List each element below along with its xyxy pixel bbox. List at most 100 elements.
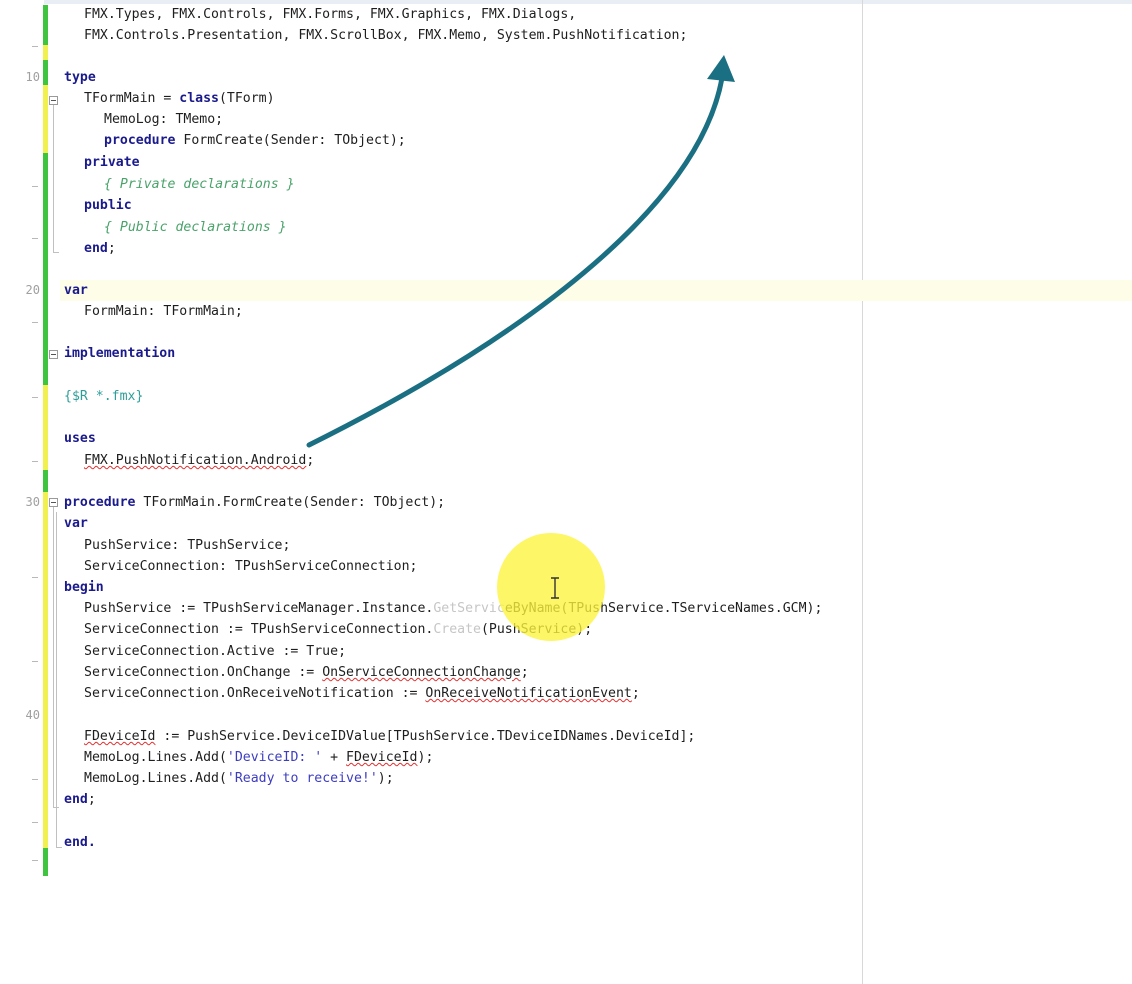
code-text: (TForm) (218, 91, 275, 106)
code-line[interactable]: implementation (64, 343, 175, 364)
fold-guide (53, 105, 54, 252)
code-line[interactable]: uses (64, 428, 96, 449)
code-line[interactable]: begin (64, 577, 104, 598)
line-number-30: 30 (25, 495, 40, 509)
code-line[interactable]: MemoLog: TMemo; (104, 109, 223, 130)
code-line[interactable]: PushService := TPushServiceManager.Insta… (84, 598, 822, 619)
keyword-implementation: implementation (64, 346, 176, 361)
gutter-dot (32, 238, 38, 239)
code-text: + (322, 750, 347, 765)
gutter-dot (32, 779, 38, 780)
code-text: ; (631, 686, 640, 701)
code-text: MemoLog: TMemo; (104, 112, 224, 127)
code-editor[interactable]: 10 20 30 40 FMX.Types, FMX.Controls, FMX… (0, 0, 1132, 984)
code-line[interactable]: ServiceConnection.OnChange := OnServiceC… (84, 662, 529, 683)
code-text: FMX.Controls.Presentation, FMX.ScrollBox… (84, 28, 688, 43)
code-line[interactable]: public (84, 195, 132, 216)
code-line[interactable]: MemoLog.Lines.Add('Ready to receive!'); (84, 768, 394, 789)
current-line-highlight (60, 280, 1132, 302)
arrow-head (707, 55, 735, 82)
keyword-procedure: procedure (64, 495, 136, 510)
code-text: ); (417, 750, 434, 765)
code-text: ServiceConnection: TPushServiceConnectio… (84, 559, 418, 574)
code-text: PushService: TPushService; (84, 538, 291, 553)
code-text-error: FDeviceId (346, 750, 418, 765)
text-cursor-icon (548, 577, 562, 599)
code-line[interactable]: type (64, 67, 96, 88)
code-text: MemoLog.Lines.Add( (84, 750, 227, 765)
code-line[interactable]: { Public declarations } (104, 217, 287, 238)
code-text-error: OnServiceConnectionChange (322, 665, 521, 680)
code-line[interactable]: FMX.PushNotification.Android; (84, 450, 314, 471)
keyword-var: var (64, 516, 88, 531)
keyword-public: public (84, 198, 132, 213)
code-line[interactable]: MemoLog.Lines.Add('DeviceID: ' + FDevice… (84, 747, 433, 768)
code-line[interactable]: end. (64, 832, 96, 853)
code-text-error: OnReceiveNotificationEvent (425, 686, 632, 701)
code-line[interactable]: FMX.Types, FMX.Controls, FMX.Forms, FMX.… (84, 4, 576, 25)
fold-minus-icon[interactable] (49, 498, 58, 507)
code-text: := PushService.DeviceIDValue[TPushServic… (155, 729, 696, 744)
fold-minus-icon[interactable] (49, 96, 58, 105)
code-text: ServiceConnection := TPushServiceConnect… (84, 622, 434, 637)
fold-guide-end (53, 252, 59, 253)
gutter-dot (32, 397, 38, 398)
comment-text: { Public declarations } (104, 220, 287, 235)
keyword-uses: uses (64, 431, 96, 446)
code-line[interactable]: procedure FormCreate(Sender: TObject); (104, 130, 406, 151)
fold-guide (56, 512, 57, 847)
code-line[interactable]: FMX.Controls.Presentation, FMX.ScrollBox… (84, 25, 687, 46)
keyword-end: end (64, 792, 88, 807)
keyword-type: type (64, 70, 96, 85)
code-line[interactable]: FormMain: TFormMain; (84, 301, 243, 322)
code-text: TFormMain.FormCreate(Sender: TObject); (135, 495, 446, 510)
code-line[interactable]: var (64, 513, 88, 534)
code-line[interactable]: {$R *.fmx} (64, 386, 143, 407)
code-text: ; (107, 241, 116, 256)
code-text: FormCreate(Sender: TObject); (175, 133, 406, 148)
code-text: FormMain: TFormMain; (84, 304, 243, 319)
keyword-var: var (64, 283, 88, 298)
code-text: ServiceConnection.OnReceiveNotification … (84, 686, 426, 701)
code-line[interactable]: PushService: TPushService; (84, 535, 290, 556)
code-text: ServiceConnection.OnChange := (84, 665, 323, 680)
text-cursor-icon-svg (551, 577, 559, 599)
code-line[interactable]: { Private declarations } (104, 174, 295, 195)
change-bar-modified (43, 385, 48, 470)
code-text: ServiceConnection.Active := True; (84, 644, 347, 659)
code-text: ; (87, 792, 96, 807)
gutter-dot (32, 322, 38, 323)
line-number-40: 40 (25, 708, 40, 722)
gutter-dot (32, 661, 38, 662)
gutter-dot (32, 822, 38, 823)
code-text: MemoLog.Lines.Add( (84, 771, 227, 786)
code-line[interactable]: end; (84, 238, 116, 259)
change-bar-saved (43, 5, 48, 45)
code-line[interactable]: var (64, 280, 88, 301)
code-text: ; (306, 453, 315, 468)
code-text-error: FDeviceId (84, 729, 156, 744)
code-text-faded: Create (433, 622, 481, 637)
code-line[interactable]: procedure TFormMain.FormCreate(Sender: T… (64, 492, 445, 513)
line-number-10: 10 (25, 70, 40, 84)
code-line[interactable]: ServiceConnection.OnReceiveNotification … (84, 683, 640, 704)
comment-text: { Private declarations } (104, 177, 295, 192)
change-bar-modified (43, 45, 48, 60)
code-text: ; (520, 665, 529, 680)
code-line[interactable]: FDeviceId := PushService.DeviceIDValue[T… (84, 726, 695, 747)
code-text: PushService := TPushServiceManager.Insta… (84, 601, 434, 616)
fold-minus-icon[interactable] (49, 350, 58, 359)
change-bar-modified (43, 492, 48, 848)
line-number-20: 20 (25, 283, 40, 297)
code-line[interactable]: ServiceConnection.Active := True; (84, 641, 346, 662)
change-bar-modified (43, 85, 48, 153)
code-line[interactable]: private (84, 152, 140, 173)
code-line[interactable]: ServiceConnection: TPushServiceConnectio… (84, 556, 417, 577)
gutter-dot (32, 461, 38, 462)
change-bar-saved (43, 848, 48, 876)
code-line[interactable]: end; (64, 789, 96, 810)
code-text: FMX.Types, FMX.Controls, FMX.Forms, FMX.… (84, 7, 577, 22)
change-bar-saved (43, 470, 48, 492)
code-line[interactable]: TFormMain = class(TForm) (84, 88, 275, 109)
code-text-faded: GetServic (433, 601, 505, 616)
